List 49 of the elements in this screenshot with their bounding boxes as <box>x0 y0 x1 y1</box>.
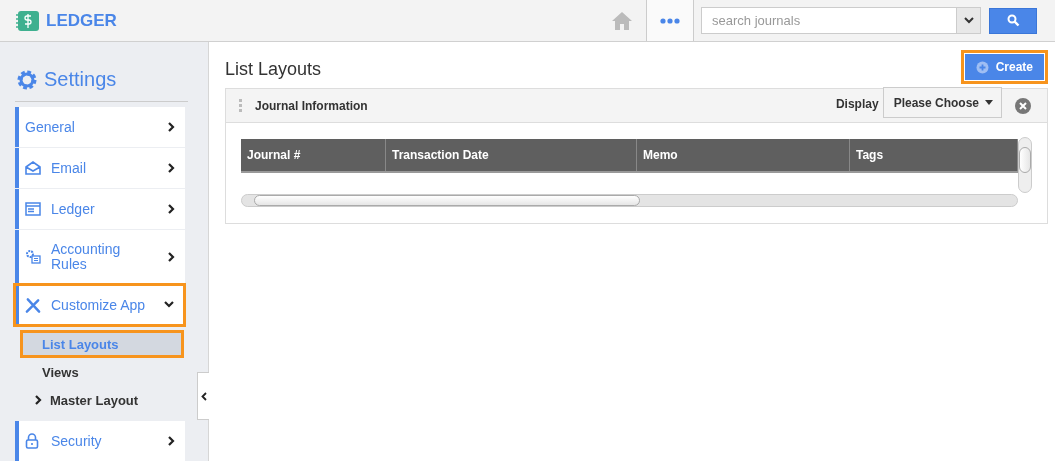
chevron-left-icon <box>200 391 207 401</box>
column-header: Journal # <box>241 139 386 171</box>
lock-icon <box>25 433 39 449</box>
gear-list-icon <box>25 249 41 265</box>
dropdown-button[interactable] <box>956 8 980 33</box>
sidebar-item[interactable]: General <box>15 107 185 147</box>
caret-icon <box>985 100 993 105</box>
collapse-sidebar-button[interactable] <box>197 372 209 420</box>
sidebar-item[interactable]: Customize App <box>15 285 184 325</box>
chevron-right-icon <box>168 436 175 446</box>
more-icon <box>660 17 680 24</box>
caret-icon <box>963 17 974 24</box>
notebook-dollar-icon <box>16 9 40 32</box>
sidebar-item[interactable]: Security <box>15 421 185 461</box>
display-select[interactable]: Please Choose <box>882 87 1002 118</box>
search-icon <box>1006 14 1020 27</box>
settings-icon <box>16 68 38 91</box>
column-header: Transaction Date <box>386 139 637 171</box>
chevron-down-icon <box>164 301 174 309</box>
submenu-item[interactable]: List Layouts <box>21 331 183 357</box>
drag-handle-icon <box>239 99 242 112</box>
submenu-item[interactable]: Views <box>21 359 183 385</box>
chevron-right-icon <box>168 204 175 214</box>
plus-circle-icon <box>975 60 989 74</box>
column-header: Memo <box>637 139 850 171</box>
submenu-item[interactable]: Master Layout <box>21 387 183 413</box>
app-name: LEDGER <box>46 10 117 31</box>
display-label: Display <box>835 97 879 111</box>
create-button[interactable]: Create <box>960 50 1048 84</box>
home-icon <box>611 10 633 31</box>
window-icon <box>25 202 41 216</box>
search-field[interactable]: search journals <box>701 7 981 34</box>
sidebar-item[interactable]: Email <box>15 148 185 188</box>
horizontal-scrollbar[interactable] <box>241 194 1018 207</box>
chevron-right-icon <box>168 122 175 132</box>
vertical-scrollbar[interactable] <box>1018 137 1032 193</box>
more-button[interactable] <box>646 0 694 41</box>
page-title: List Layouts <box>225 59 322 80</box>
sidebar-item[interactable]: Ledger <box>15 189 185 229</box>
envelope-icon <box>25 161 41 175</box>
chevron-right-icon <box>168 252 175 262</box>
sidebar-item[interactable]: Accounting Rules <box>15 230 185 284</box>
sidebar-title: Settings <box>44 68 117 91</box>
close-icon <box>1019 101 1027 110</box>
chevron-right-icon <box>35 395 42 405</box>
search-button[interactable] <box>989 7 1037 34</box>
panel-title: Journal Information <box>255 98 369 113</box>
close-button[interactable] <box>1015 97 1031 114</box>
chevron-right-icon <box>168 163 175 173</box>
